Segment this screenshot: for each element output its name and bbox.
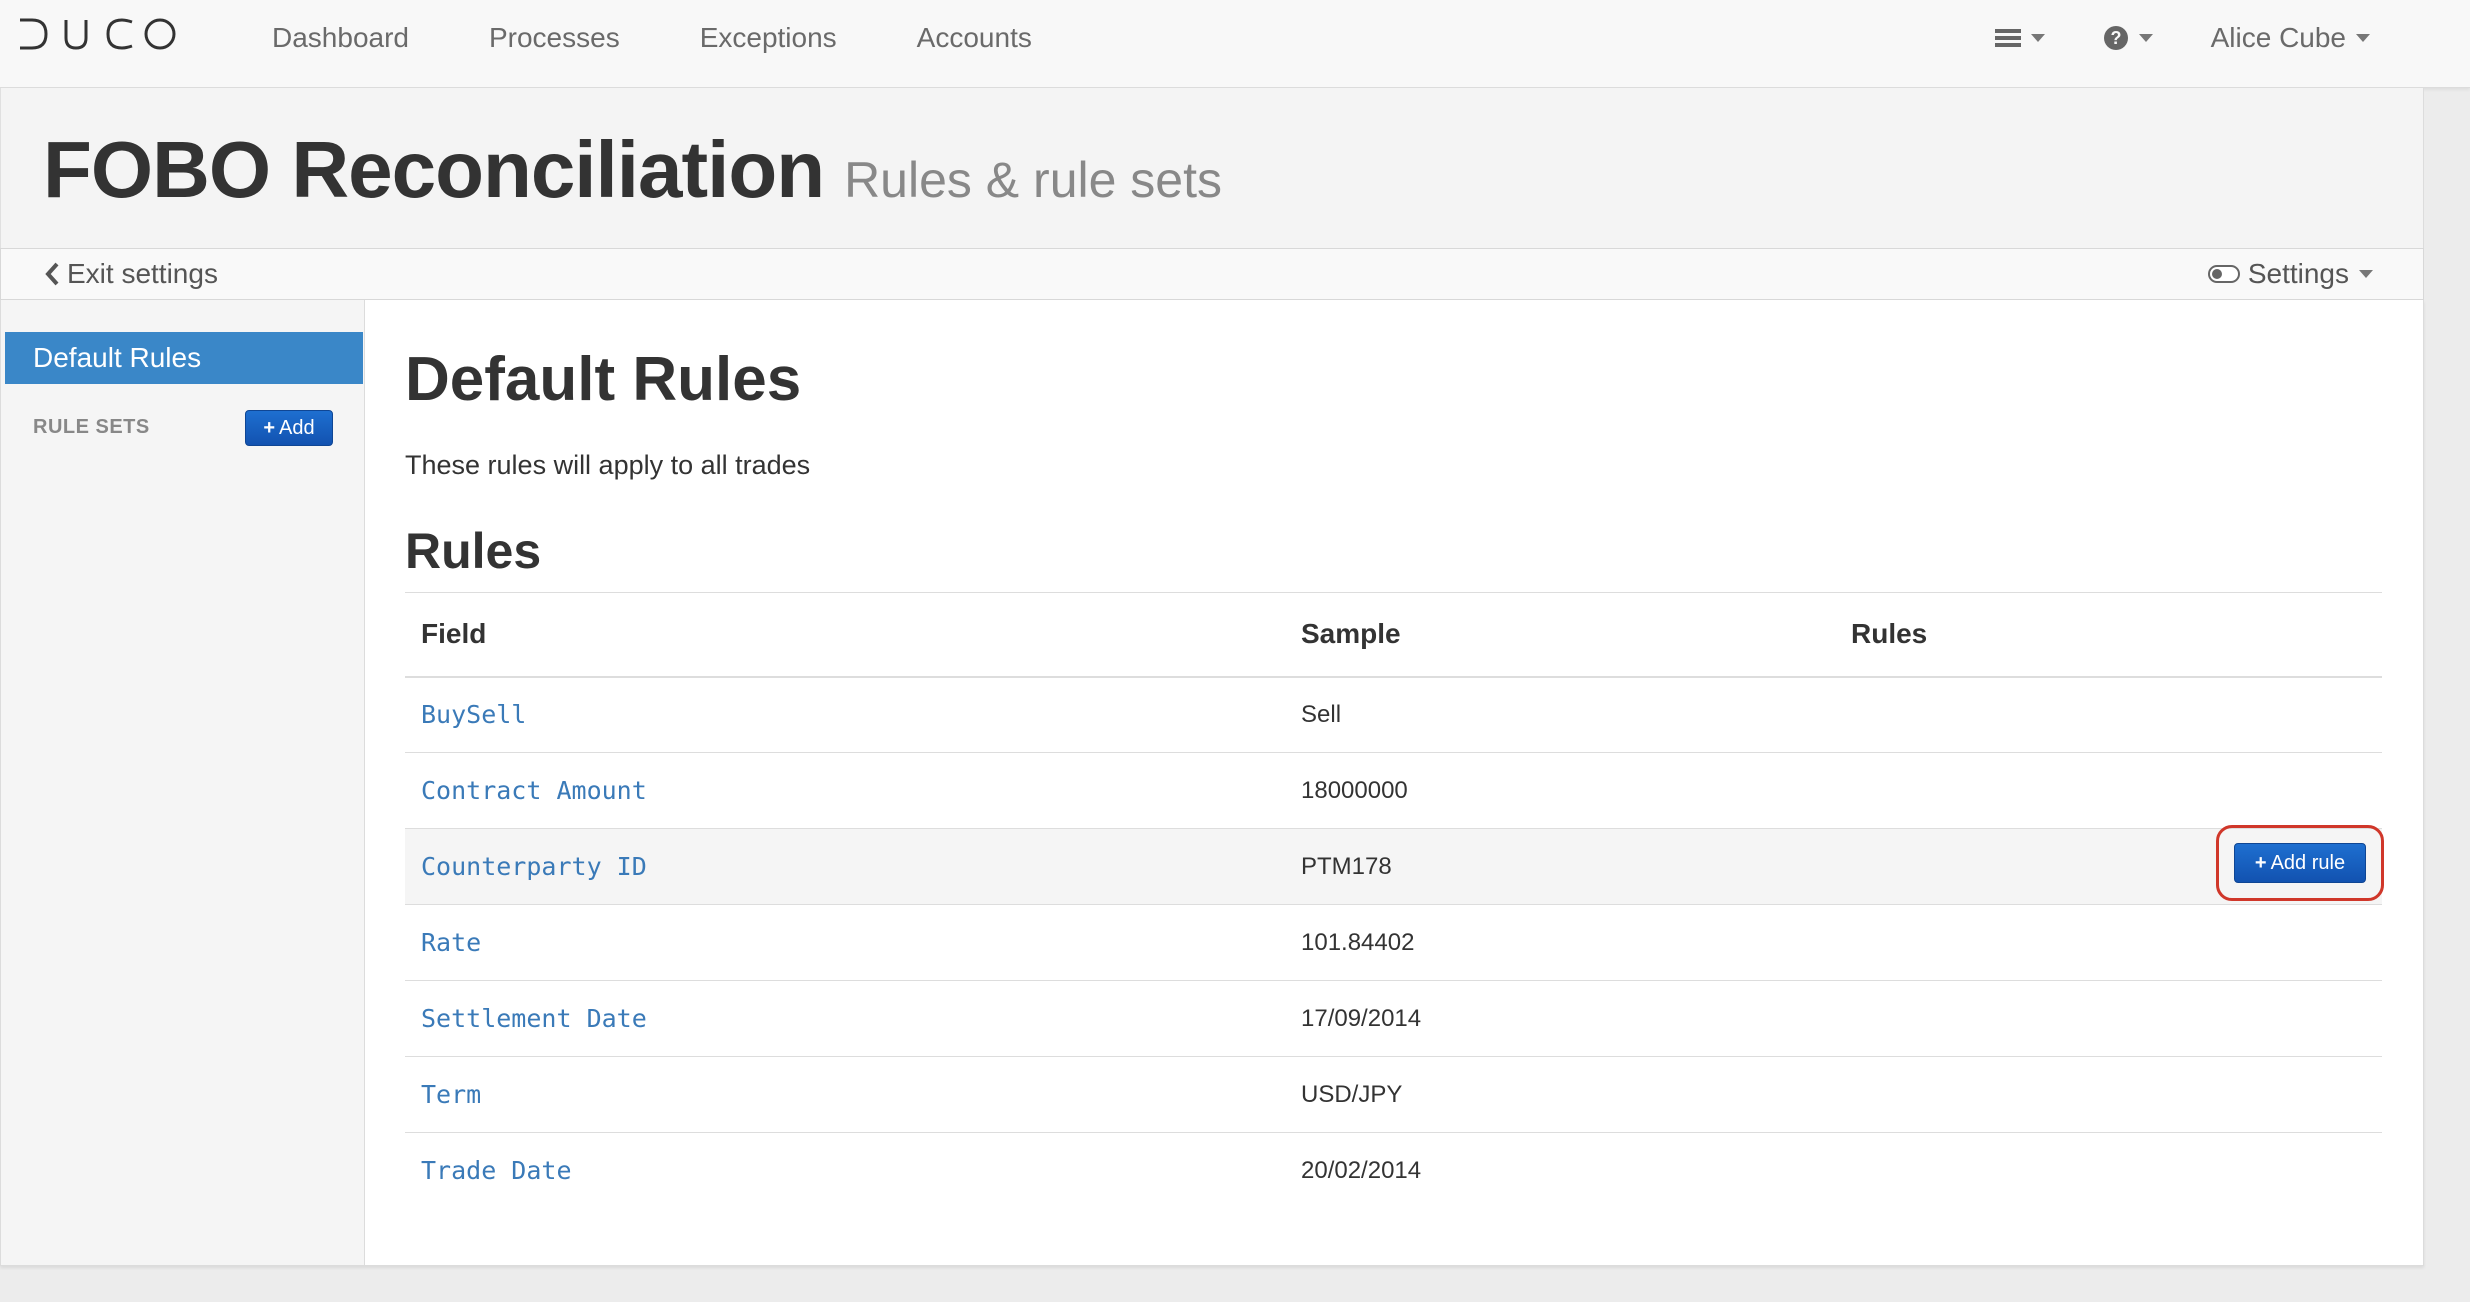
sample-cell: 18000000 xyxy=(1285,752,1835,829)
nav-processes[interactable]: Processes xyxy=(489,22,620,54)
table-row: Term USD/JPY xyxy=(405,1056,2382,1133)
settings-label: Settings xyxy=(2247,258,2349,289)
field-link[interactable]: Counterparty ID xyxy=(421,852,647,881)
user-dropdown[interactable]: Alice Cube xyxy=(2211,22,2370,54)
table-row: BuySell Sell xyxy=(405,676,2382,753)
rules-cell xyxy=(1835,904,2382,981)
rule-sets-label: RULE SETS xyxy=(33,416,150,438)
nav-right: ? Alice Cube xyxy=(1937,0,2370,76)
rules-heading: Rules xyxy=(405,523,542,579)
field-link[interactable]: Contract Amount xyxy=(421,776,647,805)
field-link[interactable]: Trade Date xyxy=(421,1156,572,1185)
hamburger-icon xyxy=(1994,29,2021,47)
main-area: Default Rules RULE SETS + Add Default Ru… xyxy=(0,300,2424,1266)
page-subtitle: Rules & rule sets xyxy=(844,152,1223,208)
page-header: FOBO Reconciliation Rules & rule sets xyxy=(0,88,2424,248)
plus-icon: + xyxy=(263,416,276,439)
table-row: Settlement Date 17/09/2014 xyxy=(405,980,2382,1057)
nav-dashboard[interactable]: Dashboard xyxy=(272,22,409,54)
rules-cell xyxy=(1835,676,2382,753)
section-description: These rules will apply to all trades xyxy=(405,450,811,480)
help-dropdown[interactable]: ? xyxy=(2103,25,2153,51)
table-row: Rate 101.84402 xyxy=(405,904,2382,981)
add-rule-highlight: + Add rule xyxy=(2216,825,2384,901)
rules-cell xyxy=(1835,752,2382,829)
sample-cell: 17/09/2014 xyxy=(1285,980,1835,1057)
chevron-down-icon xyxy=(2138,34,2153,42)
section-title: Default Rules xyxy=(405,345,802,414)
column-header-sample: Sample xyxy=(1285,592,1835,678)
sample-cell: 20/02/2014 xyxy=(1301,1156,1422,1184)
chevron-down-icon xyxy=(2030,34,2045,42)
sidebar: Default Rules RULE SETS + Add xyxy=(1,300,365,1265)
top-navbar: Dashboard Processes Exceptions Accounts … xyxy=(0,0,2470,88)
chevron-down-icon xyxy=(2356,34,2370,42)
table-header-row: Field Sample Rules xyxy=(405,592,2382,678)
plus-icon: + xyxy=(2254,851,2267,874)
field-link[interactable]: Rate xyxy=(421,928,481,957)
rules-cell xyxy=(1835,1056,2382,1133)
settings-dropdown[interactable]: Settings xyxy=(2207,258,2373,290)
sample-cell: PTM178 xyxy=(1285,828,1835,905)
rules-cell: + Add rule xyxy=(1835,825,2384,905)
chevron-left-icon xyxy=(45,262,59,286)
table-row: Counterparty ID PTM178 + Add rule xyxy=(405,825,2384,905)
page-title-text: FOBO Reconciliation xyxy=(43,125,825,214)
rules-table: Field Sample Rules BuySell Sell Contract… xyxy=(405,592,2384,1209)
main-nav: Dashboard Processes Exceptions Accounts xyxy=(272,0,1112,76)
add-rule-button[interactable]: + Add rule xyxy=(2234,843,2366,883)
sample-cell: USD/JPY xyxy=(1285,1056,1835,1133)
user-name: Alice Cube xyxy=(2210,22,2346,53)
svg-text:?: ? xyxy=(2110,28,2121,48)
add-rule-set-button[interactable]: + Add xyxy=(245,410,333,446)
add-rule-set-label: Add xyxy=(279,416,315,439)
column-header-field: Field xyxy=(405,592,1285,678)
page-title: FOBO Reconciliation Rules & rule sets xyxy=(43,124,1222,216)
column-header-rules: Rules xyxy=(1835,592,2382,678)
rules-cell xyxy=(1835,980,2382,1057)
exit-settings-link[interactable]: Exit settings xyxy=(43,258,218,290)
sample-cell: 101.84402 xyxy=(1285,904,1835,981)
table-row: Contract Amount 18000000 xyxy=(405,752,2382,829)
nav-accounts[interactable]: Accounts xyxy=(917,22,1032,54)
menu-dropdown[interactable] xyxy=(1994,27,2045,49)
settings-bar: Exit settings Settings xyxy=(0,248,2424,300)
field-link[interactable]: Term xyxy=(421,1080,481,1109)
sample-cell: Sell xyxy=(1285,676,1835,753)
toggle-icon xyxy=(2207,265,2240,283)
field-link[interactable]: Settlement Date xyxy=(421,1004,647,1033)
rules-cell xyxy=(1835,1133,2382,1209)
chevron-down-icon xyxy=(2359,270,2373,278)
exit-settings-label: Exit settings xyxy=(67,258,218,289)
sidebar-item-default-rules[interactable]: Default Rules xyxy=(5,332,363,384)
table-row: Trade Date 20/02/2014 xyxy=(405,1133,2382,1209)
duco-logo[interactable] xyxy=(18,14,178,54)
nav-exceptions[interactable]: Exceptions xyxy=(700,22,837,54)
add-rule-label: Add rule xyxy=(2270,851,2346,874)
question-circle-icon: ? xyxy=(2103,26,2128,50)
field-link[interactable]: BuySell xyxy=(421,700,526,729)
